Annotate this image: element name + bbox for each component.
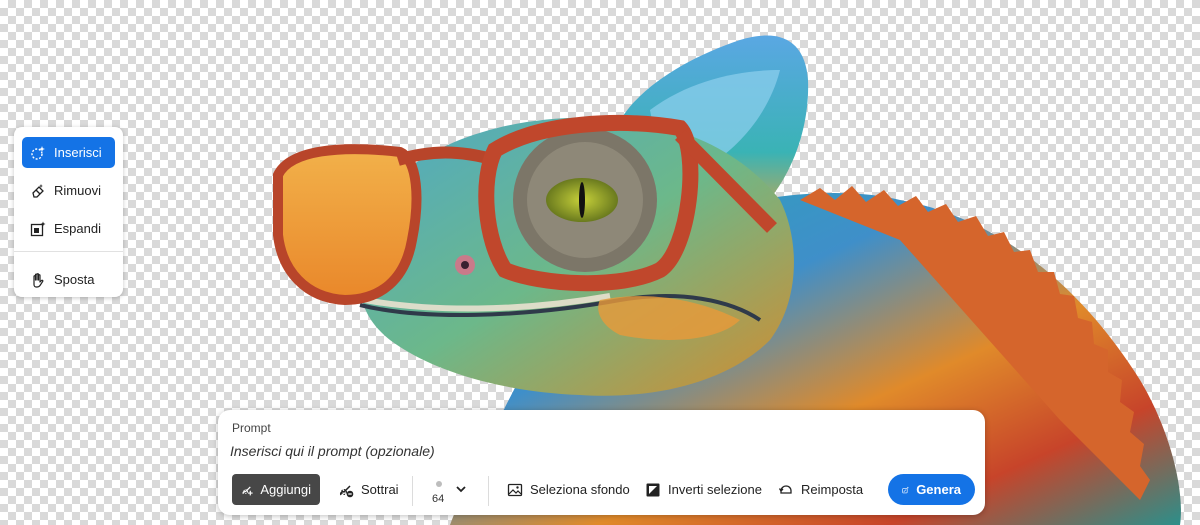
tool-sposta[interactable]: Sposta [22, 264, 115, 295]
image-icon [507, 483, 523, 496]
invert-selection-button[interactable]: Inverti selezione [645, 474, 762, 505]
invert-label: Inverti selezione [668, 482, 762, 497]
tool-label: Sposta [54, 272, 95, 287]
tool-label: Espandi [54, 221, 101, 236]
generate-label: Genera [916, 482, 961, 497]
select-bg-label: Seleziona sfondo [530, 482, 630, 497]
add-button[interactable]: Aggiungi [232, 474, 320, 505]
generate-icon [902, 486, 909, 493]
expand-icon [30, 221, 46, 237]
brush-subtract-icon [340, 484, 354, 497]
prompt-input[interactable] [230, 440, 930, 462]
generate-button[interactable]: Genera [888, 474, 975, 505]
tool-espandi[interactable]: Espandi [22, 213, 115, 244]
generative-fill-icon [30, 145, 46, 161]
tool-label: Inserisci [54, 145, 102, 160]
tool-label: Rimuovi [54, 183, 101, 198]
prompt-bar: Prompt Aggiungi Sottrai 64 Seleziona sfo… [218, 410, 985, 515]
brush-size-dot [436, 481, 442, 487]
toolbar-divider [412, 476, 413, 506]
brush-add-icon [242, 485, 253, 495]
tool-inserisci[interactable]: Inserisci [22, 137, 115, 168]
subtract-label: Sottrai [361, 482, 399, 497]
chevron-down-icon[interactable] [454, 482, 468, 496]
tool-rimuovi[interactable]: Rimuovi [22, 175, 115, 206]
reset-label: Reimposta [801, 482, 864, 497]
tool-divider [14, 251, 123, 252]
toolbar-divider [488, 476, 489, 506]
subtract-button[interactable]: Sottrai [334, 474, 403, 505]
tool-panel: Inserisci Rimuovi Espandi Sposta [14, 127, 123, 297]
brush-size-value: 64 [432, 493, 445, 505]
invert-selection-icon [646, 483, 660, 496]
add-label: Aggiungi [260, 482, 311, 497]
select-background-button[interactable]: Seleziona sfondo [507, 474, 630, 505]
prompt-label: Prompt [232, 421, 271, 435]
eraser-icon [30, 183, 46, 199]
reset-icon [778, 484, 792, 494]
hand-icon [30, 272, 46, 288]
reset-button[interactable]: Reimposta [778, 474, 863, 505]
